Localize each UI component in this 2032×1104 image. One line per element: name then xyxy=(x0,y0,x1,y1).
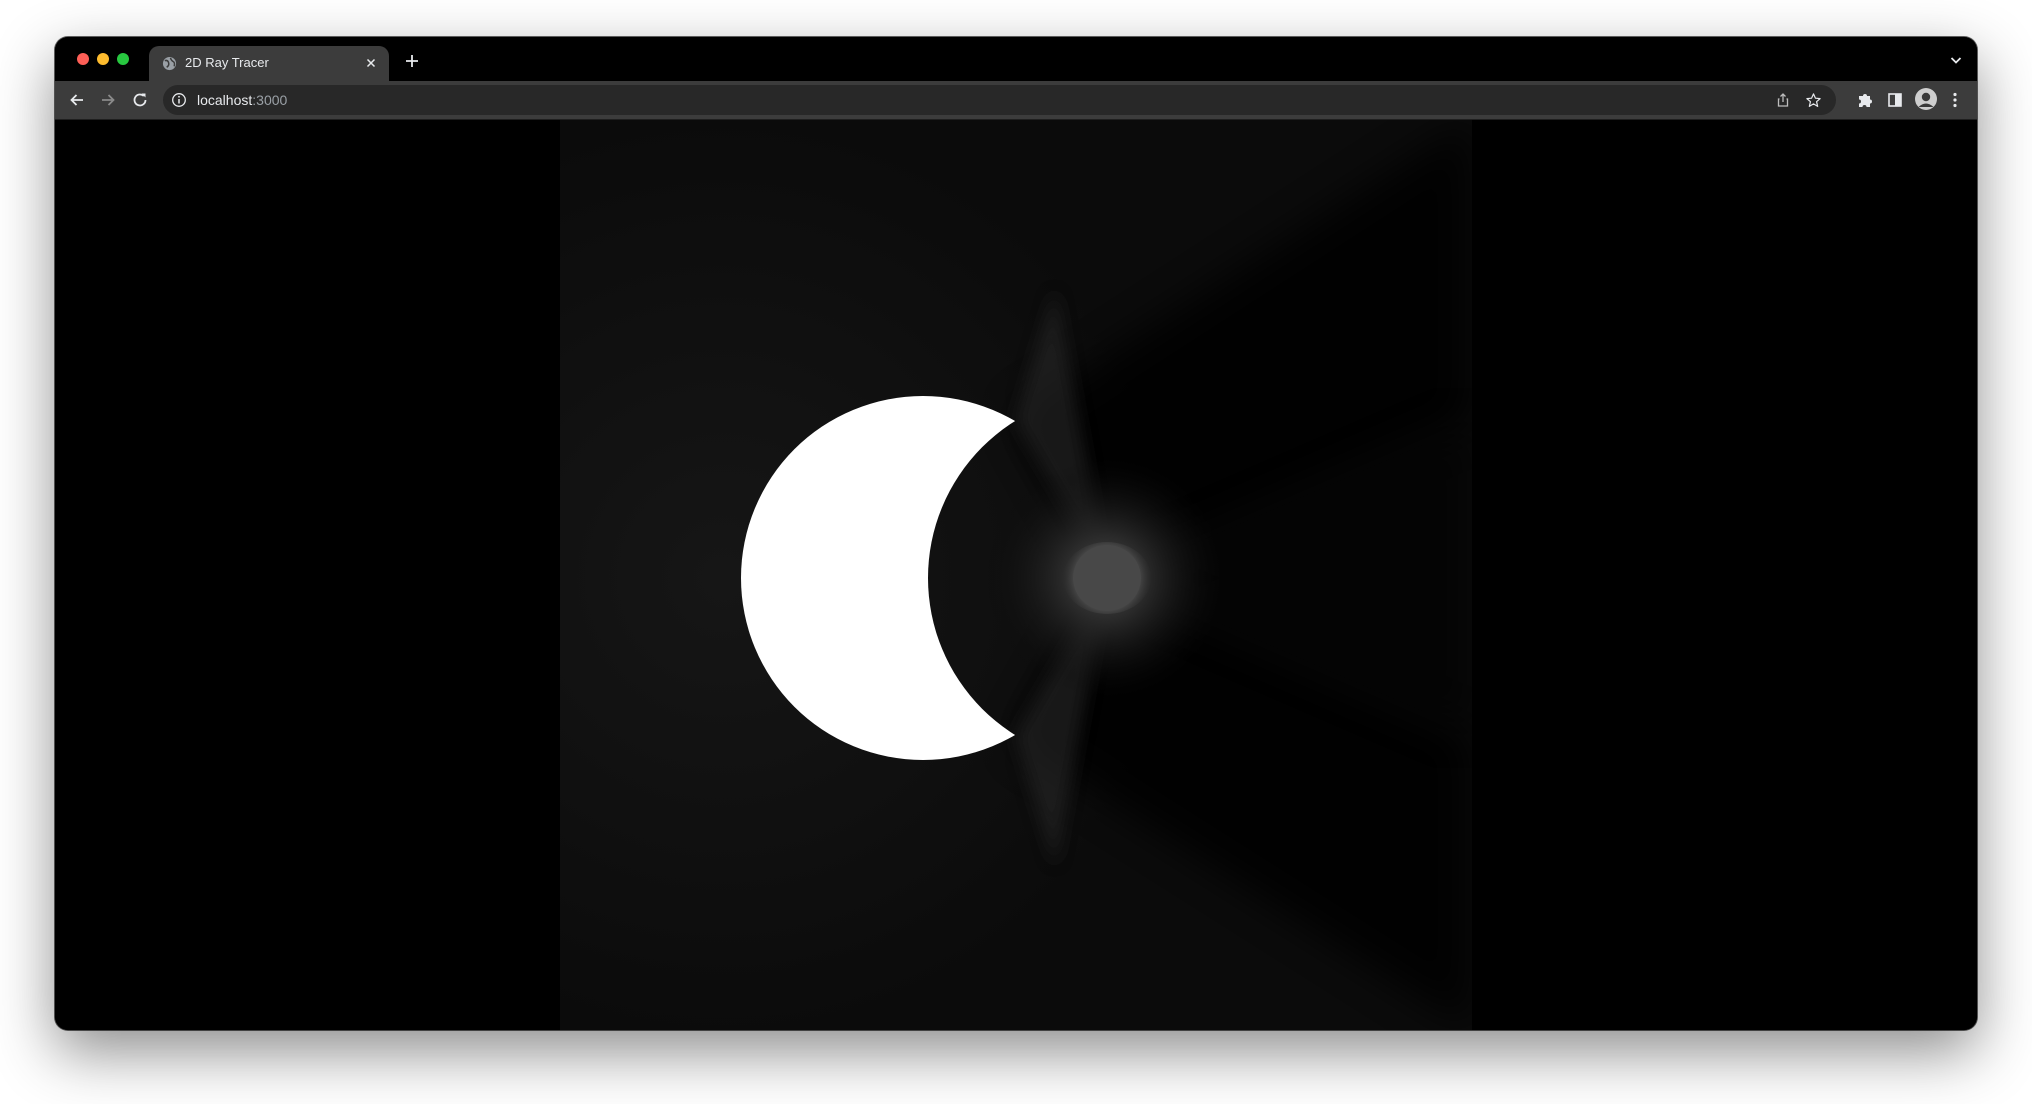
browser-window: 2D Ray Tracer localhost:3000 xyxy=(55,37,1977,1030)
tab-title: 2D Ray Tracer xyxy=(185,55,269,70)
reload-icon[interactable] xyxy=(130,90,150,110)
close-tab-icon[interactable] xyxy=(363,55,379,71)
extensions-puzzle-icon[interactable] xyxy=(1855,90,1875,110)
url-text: localhost:3000 xyxy=(197,92,287,108)
crescent-light xyxy=(55,120,1977,1030)
browser-toolbar: localhost:3000 xyxy=(55,81,1977,120)
new-tab-plus-icon[interactable] xyxy=(403,52,421,70)
globe-icon xyxy=(162,56,177,71)
side-panel-icon[interactable] xyxy=(1885,90,1905,110)
info-icon[interactable] xyxy=(171,92,187,108)
tab-strip: 2D Ray Tracer xyxy=(55,37,1977,81)
profile-avatar-icon[interactable] xyxy=(1915,88,1937,110)
page-viewport xyxy=(55,120,1977,1030)
tab-search-chevron-icon[interactable] xyxy=(1949,53,1963,67)
url-port: :3000 xyxy=(252,92,288,108)
share-icon[interactable] xyxy=(1775,92,1791,108)
ray-tracer-canvas[interactable] xyxy=(55,120,1977,1030)
close-window-button[interactable] xyxy=(77,53,89,65)
minimize-window-button[interactable] xyxy=(97,53,109,65)
back-arrow-icon[interactable] xyxy=(67,90,87,110)
maximize-window-button[interactable] xyxy=(117,53,129,65)
url-host: localhost xyxy=(197,92,253,108)
forward-arrow-icon[interactable] xyxy=(98,90,118,110)
tab-2d-ray-tracer[interactable]: 2D Ray Tracer xyxy=(149,46,389,81)
bookmark-star-icon[interactable] xyxy=(1805,92,1822,109)
address-bar[interactable]: localhost:3000 xyxy=(163,85,1836,115)
menu-kebab-icon[interactable] xyxy=(1945,90,1965,110)
occluder-core xyxy=(1073,545,1141,611)
